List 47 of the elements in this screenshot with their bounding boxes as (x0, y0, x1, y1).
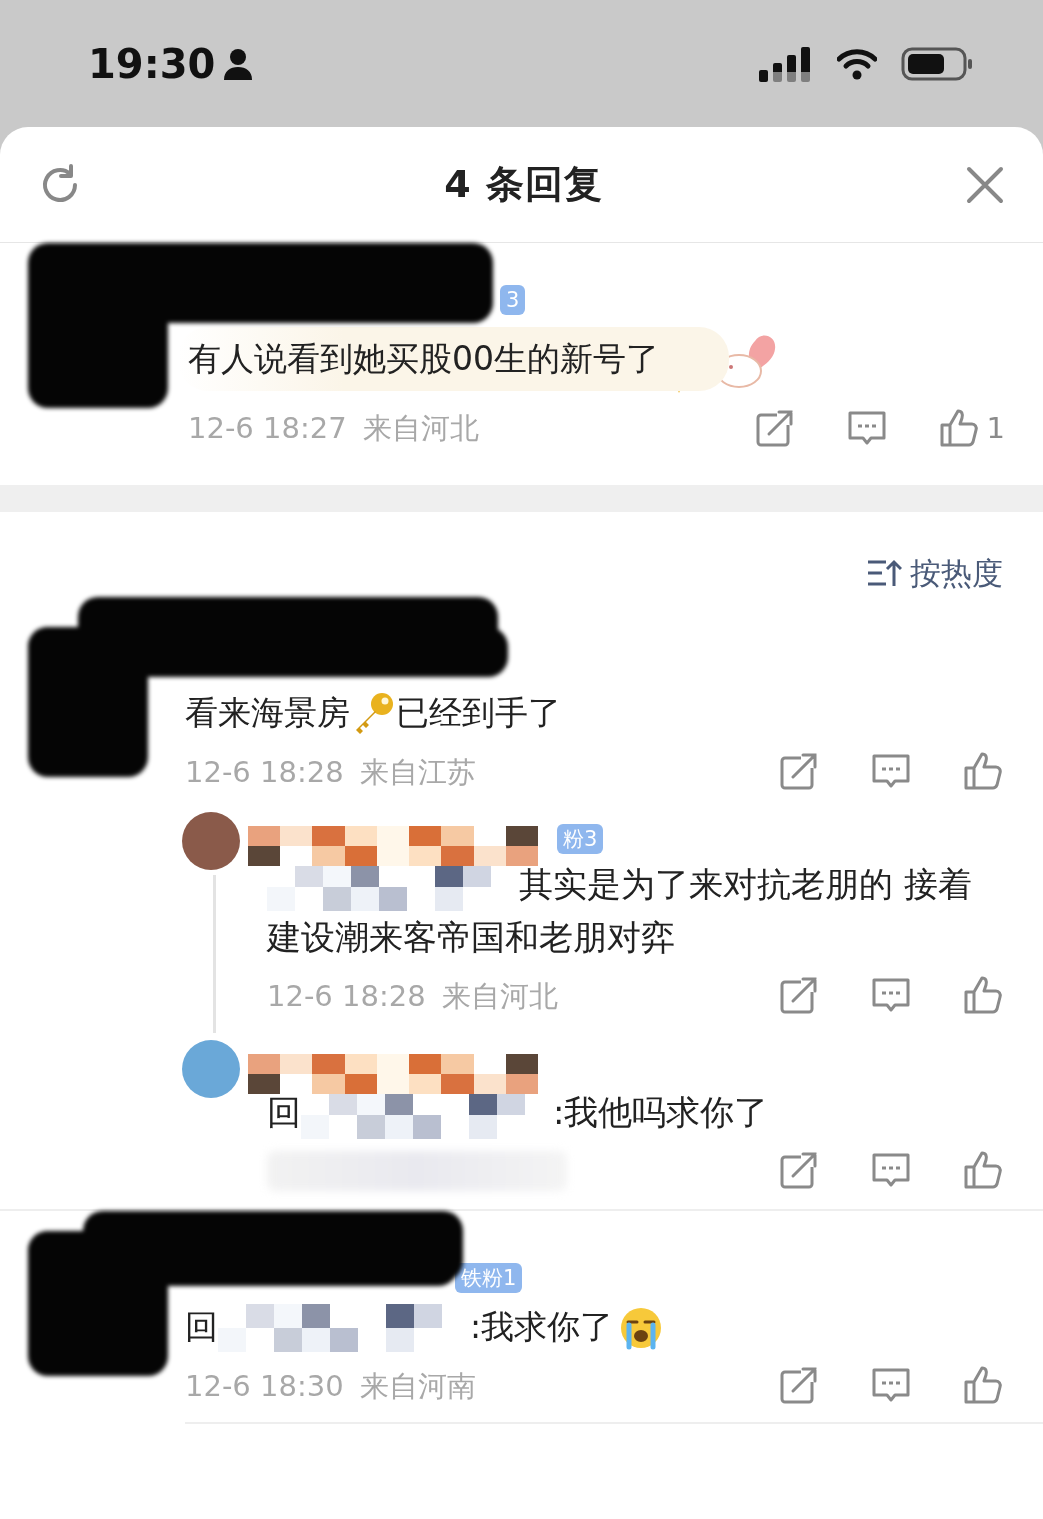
share-icon (779, 976, 819, 1017)
share-button[interactable] (779, 1150, 819, 1191)
thumbs-up-icon (963, 1366, 1003, 1407)
like-button[interactable] (963, 752, 1003, 793)
clock-time: 19:30 (88, 39, 216, 89)
share-icon (754, 408, 795, 449)
share-icon (779, 752, 819, 793)
comment-text: 其实是为了来对抗老朋的 接着建设潮来客帝国和老朋对弈 (267, 861, 973, 959)
share-icon (779, 1150, 819, 1191)
comment-location: 来自河北 (441, 977, 558, 1015)
person-icon (223, 47, 254, 80)
comment-location: 来自河北 (362, 410, 479, 447)
battery-icon (901, 45, 973, 82)
wifi-icon (837, 47, 877, 80)
close-icon (965, 164, 1005, 205)
thumbs-up-icon (963, 976, 1003, 1017)
share-button[interactable] (754, 408, 795, 449)
share-button[interactable] (779, 752, 819, 793)
sort-button[interactable]: 按热度 (866, 550, 1003, 597)
like-button[interactable] (963, 1150, 1003, 1191)
fan-badge: 铁粉1 (455, 1262, 523, 1293)
share-icon (779, 1366, 819, 1407)
sheet-title: 4 条回复 (444, 161, 603, 208)
sort-icon (866, 558, 902, 589)
fan-badge: 3 (500, 285, 526, 315)
comment-text: 看来海景房 已经到手了 (185, 686, 1043, 739)
comment-text: 回 :我求你了 (185, 1300, 1043, 1353)
thumbs-up-icon (963, 1150, 1003, 1191)
avatar[interactable] (182, 1040, 240, 1098)
comment-location: 来自河南 (359, 1367, 476, 1405)
comment-date: 12-6 18:30 (185, 1367, 344, 1405)
crying-emoji-icon (619, 1306, 664, 1350)
comment-date: 12-6 18:28 (185, 753, 344, 791)
fan-badge: 粉3 (557, 824, 604, 854)
like-button[interactable] (963, 1366, 1003, 1407)
thumbs-up-icon (938, 408, 979, 449)
share-button[interactable] (779, 976, 819, 1017)
comment-date: 12-6 18:28 (267, 977, 426, 1015)
avatar[interactable] (182, 812, 240, 870)
share-button[interactable] (779, 1366, 819, 1407)
comment-date: 12-6 18:27 (188, 410, 347, 447)
close-button[interactable] (965, 164, 1005, 205)
like-button[interactable] (963, 976, 1003, 1017)
signal-icon (759, 45, 813, 82)
comment-location: 来自江苏 (359, 753, 476, 791)
thumbs-up-icon (963, 752, 1003, 793)
comment-text: 回 :我他吗求你了 (267, 1086, 1043, 1139)
